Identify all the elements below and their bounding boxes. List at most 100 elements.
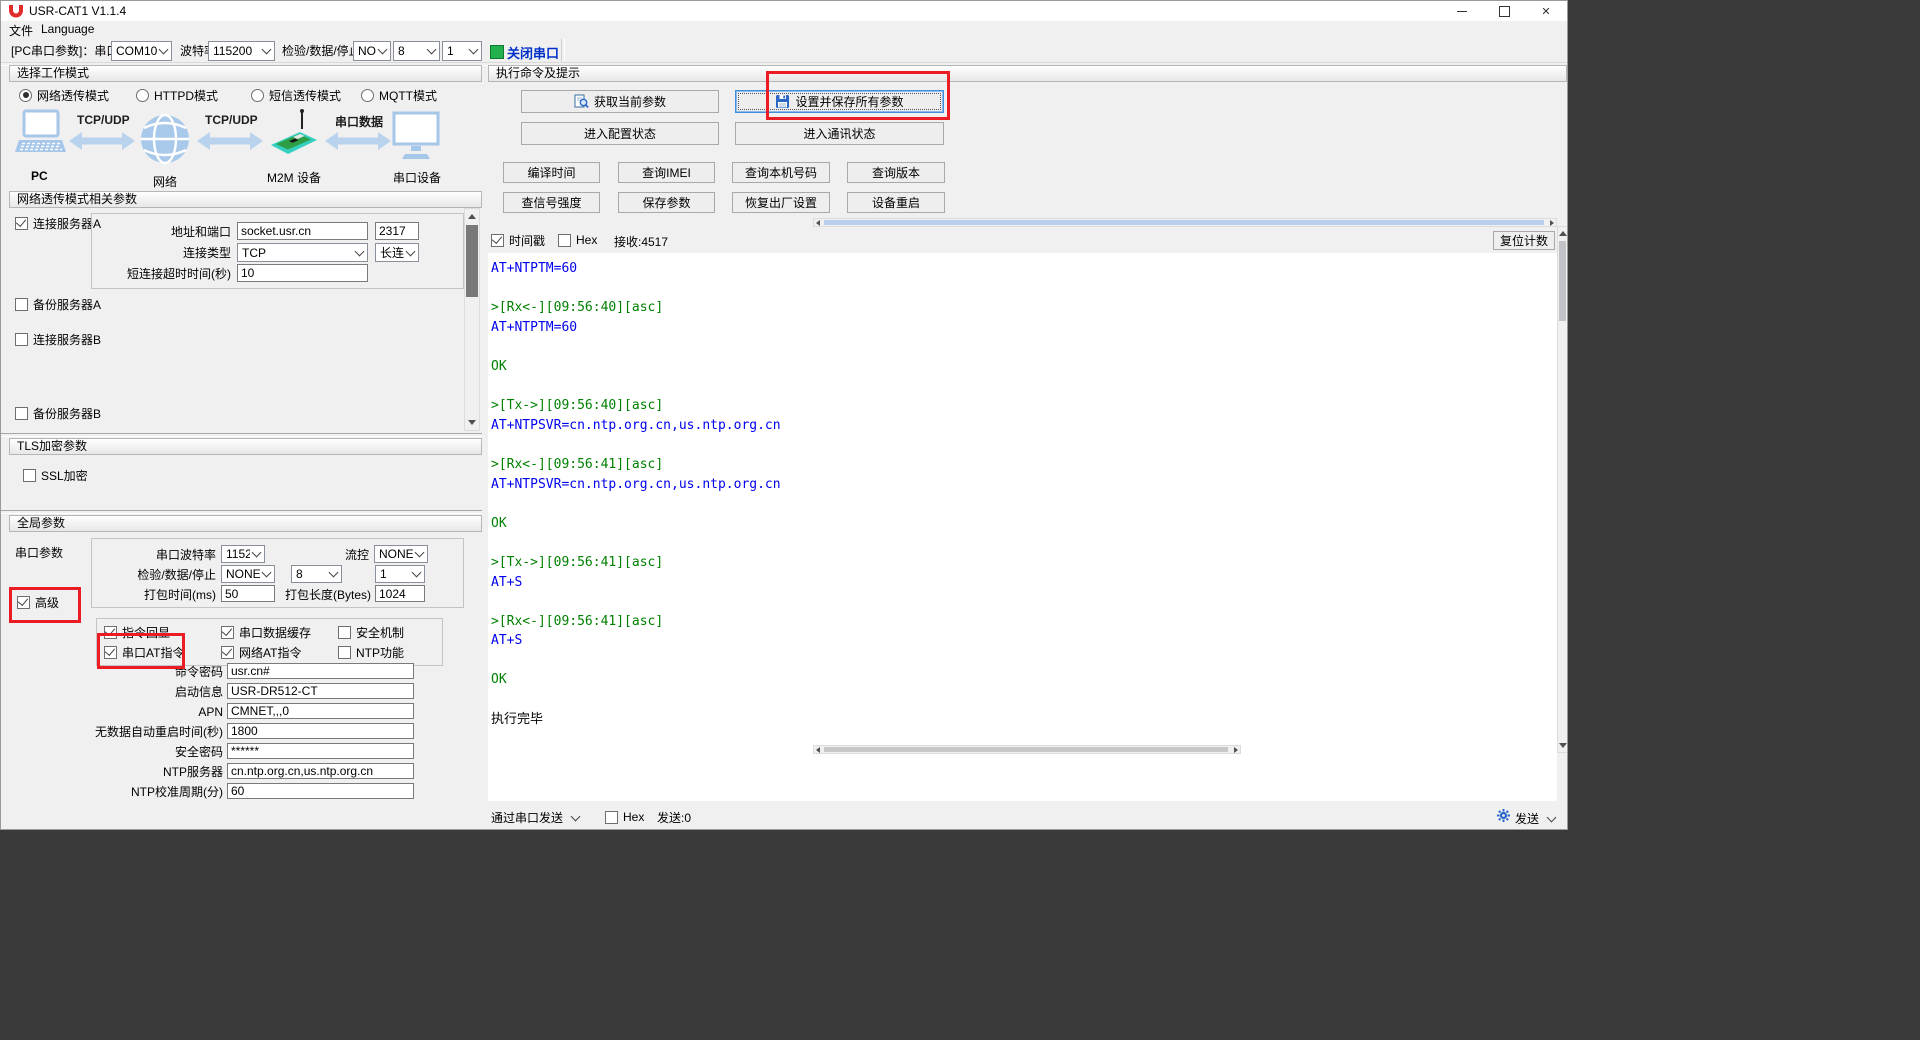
stopbits-select[interactable]: 1 xyxy=(442,41,482,61)
get-params-button[interactable]: 获取当前参数 xyxy=(521,90,719,113)
checkbox-label: 连接服务器B xyxy=(33,331,101,348)
backup-b-checkbox[interactable]: 备份服务器B xyxy=(15,406,101,420)
ntp-checkbox[interactable]: NTP功能 xyxy=(338,645,404,659)
send-hex-checkbox[interactable]: Hex xyxy=(605,810,644,824)
enter-comm-button[interactable]: 进入通讯状态 xyxy=(735,122,944,145)
query-number-button[interactable]: 查询本机号码 xyxy=(732,162,830,183)
close-button[interactable]: ✕ xyxy=(1525,1,1567,21)
checkbox-label: NTP功能 xyxy=(356,644,404,661)
log-hex-checkbox[interactable]: Hex xyxy=(558,233,597,247)
scroll-down-icon[interactable] xyxy=(468,420,476,425)
button-label: 查信号强度 xyxy=(521,194,581,211)
pack-len-input[interactable] xyxy=(375,585,425,602)
compile-time-button[interactable]: 编译时间 xyxy=(503,162,600,183)
scroll-down-icon[interactable] xyxy=(1559,743,1567,748)
log-top-scrollbar[interactable] xyxy=(813,218,1557,227)
ssl-checkbox[interactable]: SSL加密 xyxy=(23,468,88,482)
net-at-checkbox[interactable]: 网络AT指令 xyxy=(221,645,301,659)
global-databits-value: 8 xyxy=(296,567,303,581)
close-serial-button[interactable]: 关闭串口 xyxy=(507,43,559,62)
radio-httpd-mode[interactable]: HTTPD模式 xyxy=(136,88,218,102)
log-vertical-scrollbar[interactable] xyxy=(1557,226,1568,753)
cmd-password-input[interactable] xyxy=(227,663,414,679)
parity-data-stop-label: 检验/数据/停止 xyxy=(282,44,361,58)
global-baud-select[interactable]: 115200 xyxy=(221,545,265,563)
save-params-button[interactable]: 保存参数 xyxy=(618,192,715,213)
security-password-input[interactable] xyxy=(227,743,414,759)
advanced-checkbox[interactable]: 高级 xyxy=(17,595,59,609)
close-icon: ✕ xyxy=(1541,5,1550,18)
scrollbar-thumb[interactable] xyxy=(824,747,1228,752)
ntp-period-input[interactable] xyxy=(227,783,414,799)
network-globe-icon xyxy=(139,113,191,165)
net-params-scrollbar[interactable] xyxy=(464,208,480,431)
checkbox-icon xyxy=(15,217,28,230)
flow-select[interactable]: NONE xyxy=(374,545,428,563)
radio-mqtt-mode[interactable]: MQTT模式 xyxy=(361,88,437,102)
global-parity-select[interactable]: NONE xyxy=(221,565,275,583)
checkbox-label: Hex xyxy=(576,233,597,247)
scroll-up-icon[interactable] xyxy=(468,214,476,219)
query-version-button[interactable]: 查询版本 xyxy=(847,162,945,183)
menu-file[interactable]: 文件 xyxy=(9,22,33,39)
scroll-left-icon[interactable] xyxy=(816,220,820,226)
security-checkbox[interactable]: 安全机制 xyxy=(338,625,404,639)
log-line: OK xyxy=(491,670,1557,690)
scroll-right-icon[interactable] xyxy=(1550,220,1554,226)
menu-language[interactable]: Language xyxy=(41,22,94,36)
com-port-select[interactable]: COM10 xyxy=(111,41,172,61)
scroll-right-icon[interactable] xyxy=(1234,747,1238,753)
log-bottom-scrollbar[interactable] xyxy=(813,745,1241,754)
send-button[interactable]: 发送 xyxy=(1515,810,1555,827)
checkbox-icon xyxy=(15,333,28,346)
scroll-up-icon[interactable] xyxy=(1559,231,1567,236)
databits-select[interactable]: 8 xyxy=(393,41,440,61)
enter-config-button[interactable]: 进入配置状态 xyxy=(521,122,719,145)
flow-label: 流控 xyxy=(301,548,369,562)
short-timeout-input[interactable] xyxy=(237,264,368,282)
scroll-left-icon[interactable] xyxy=(816,747,820,753)
global-stopbits-select[interactable]: 1 xyxy=(375,565,425,583)
link-label-tcpudp-2: TCP/UDP xyxy=(205,113,258,127)
conn-mode-select[interactable]: 长连 xyxy=(375,243,419,262)
boot-info-input[interactable] xyxy=(227,683,414,699)
server-address-input[interactable] xyxy=(237,222,368,240)
backup-a-checkbox[interactable]: 备份服务器A xyxy=(15,297,101,311)
checkbox-label: 串口数据缓存 xyxy=(239,624,311,641)
timestamp-checkbox[interactable]: 时间戳 xyxy=(491,233,545,247)
titlebar[interactable]: USR-CAT1 V1.1.4 ✕ xyxy=(1,1,1567,21)
com-port-value: COM10 xyxy=(116,44,157,58)
serial-cache-checkbox[interactable]: 串口数据缓存 xyxy=(221,625,311,639)
conn-type-select[interactable]: TCP xyxy=(237,243,368,262)
server-port-input[interactable] xyxy=(375,222,419,240)
global-databits-select[interactable]: 8 xyxy=(291,565,342,583)
ntp-server-input[interactable] xyxy=(227,763,414,779)
ntp-server-label: NTP服务器 xyxy=(31,765,223,779)
query-imei-button[interactable]: 查询IMEI xyxy=(618,162,715,183)
apn-label: APN xyxy=(31,705,223,719)
checkbox-icon xyxy=(338,626,351,639)
device-restart-button[interactable]: 设备重启 xyxy=(847,192,945,213)
cmd-echo-checkbox[interactable]: 指令回显 xyxy=(104,625,170,639)
button-label: 设置并保存所有参数 xyxy=(795,93,903,110)
scrollbar-thumb[interactable] xyxy=(466,225,478,297)
set-save-params-button[interactable]: 设置并保存所有参数 xyxy=(735,90,944,113)
factory-reset-button[interactable]: 恢复出厂设置 xyxy=(732,192,830,213)
parity-select[interactable]: NONI xyxy=(353,41,391,61)
send-via-serial-dropdown[interactable]: 通过串口发送 xyxy=(491,809,579,826)
scrollbar-thumb[interactable] xyxy=(1559,241,1566,321)
query-signal-button[interactable]: 查信号强度 xyxy=(503,192,600,213)
baud-select[interactable]: 115200 xyxy=(208,41,275,61)
minimize-button[interactable] xyxy=(1441,1,1483,21)
maximize-button[interactable] xyxy=(1483,1,1525,21)
no-data-restart-input[interactable] xyxy=(227,723,414,739)
server-b-checkbox[interactable]: 连接服务器B xyxy=(15,332,101,346)
radio-sms-mode[interactable]: 短信透传模式 xyxy=(251,88,341,102)
apn-input[interactable] xyxy=(227,703,414,719)
serial-at-checkbox[interactable]: 串口AT指令 xyxy=(104,645,184,659)
radio-net-transparent-mode[interactable]: 网络透传模式 xyxy=(19,88,109,102)
pack-time-input[interactable] xyxy=(221,585,275,602)
scrollbar-thumb[interactable] xyxy=(824,220,1544,225)
reset-count-button[interactable]: 复位计数 xyxy=(1493,231,1555,250)
log-view[interactable]: AT+NTPTM=60 >[Rx<-][09:56:40][asc]AT+NTP… xyxy=(488,253,1557,801)
